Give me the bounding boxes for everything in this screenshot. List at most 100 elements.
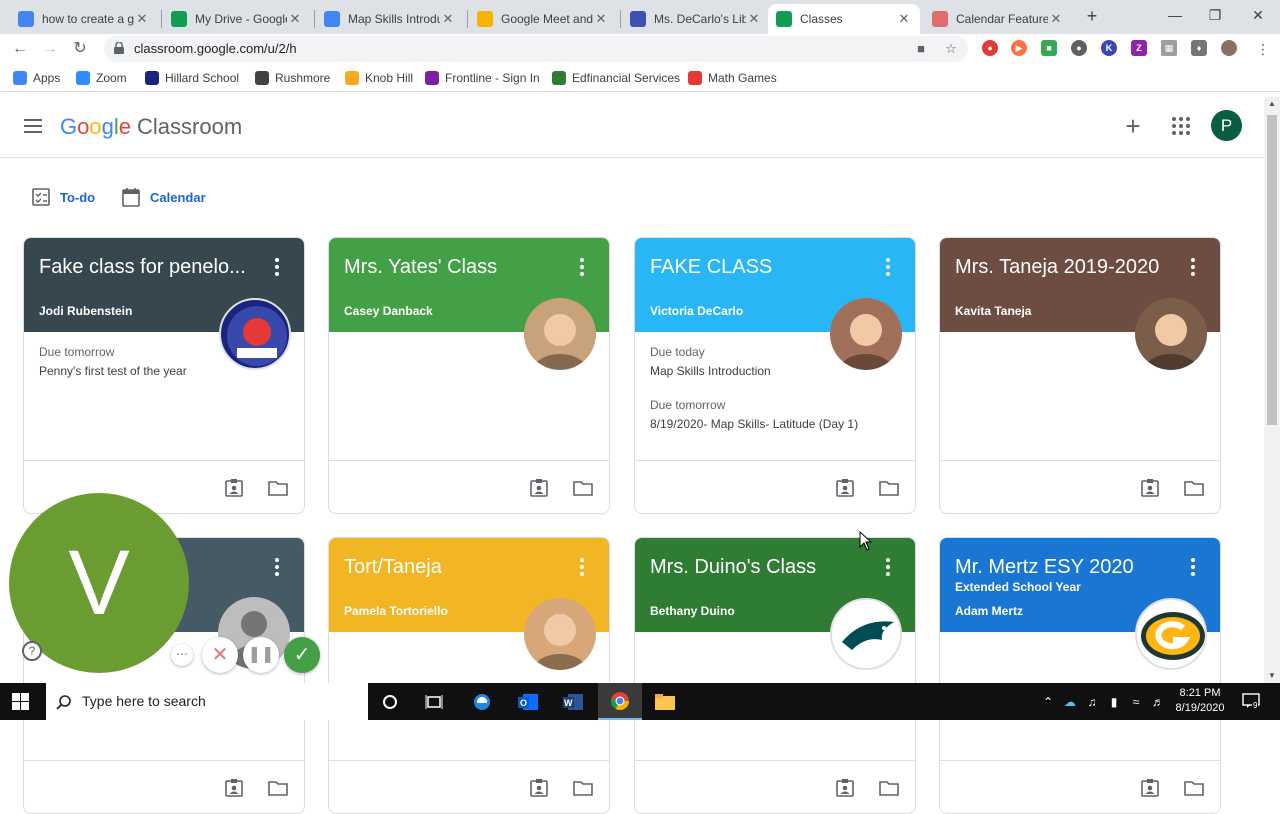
card-more-options-icon[interactable] — [885, 258, 891, 276]
your-work-icon[interactable] — [835, 779, 855, 797]
class-drive-folder-icon[interactable] — [268, 779, 288, 797]
bookmark-item[interactable]: Math Games — [688, 64, 777, 92]
class-drive-folder-icon[interactable] — [879, 779, 899, 797]
class-drive-folder-icon[interactable] — [1184, 779, 1204, 797]
wifi-icon[interactable]: ≈ — [1128, 694, 1144, 710]
extension-z-icon[interactable]: Z — [1131, 40, 1147, 56]
cortana-icon[interactable] — [368, 683, 412, 720]
notification-center-icon[interactable]: 9 — [1242, 693, 1260, 710]
file-explorer-icon[interactable] — [643, 683, 687, 720]
class-drive-folder-icon[interactable] — [268, 479, 288, 497]
extension-green-icon[interactable]: ■ — [1041, 40, 1057, 56]
extensions-puzzle-icon[interactable]: ♦ — [1191, 40, 1207, 56]
google-apps-icon[interactable] — [1171, 116, 1191, 136]
your-work-icon[interactable] — [1140, 479, 1160, 497]
card-more-options-icon[interactable] — [274, 258, 280, 276]
close-window-button[interactable]: ✕ — [1243, 4, 1273, 26]
browser-tab[interactable]: My Drive - Google ✕ — [163, 4, 311, 34]
class-name[interactable]: Tort/Taneja — [344, 554, 574, 580]
bookmark-star-icon[interactable]: ☆ — [942, 40, 960, 58]
assignment-link[interactable]: Penny's first test of the year — [39, 364, 219, 378]
scroll-down-icon[interactable]: ▼ — [1264, 669, 1280, 683]
extension-circle-icon[interactable]: ● — [1071, 40, 1087, 56]
close-tab-icon[interactable]: ✕ — [287, 11, 303, 27]
bookmark-item[interactable]: Edfinancial Services — [552, 64, 680, 92]
tray-chevron-icon[interactable]: ⌃ — [1040, 694, 1056, 710]
class-card[interactable]: Mr. Mertz ESY 2020 Extended School Year Ad… — [939, 537, 1221, 814]
your-work-icon[interactable] — [1140, 779, 1160, 797]
extension-screencastify-icon[interactable]: ● — [982, 40, 998, 56]
card-more-options-icon[interactable] — [1190, 558, 1196, 576]
browser-tab[interactable]: how to create a go ✕ — [10, 4, 158, 34]
profile-avatar-icon[interactable] — [1221, 40, 1237, 56]
class-name[interactable]: Mrs. Taneja 2019-2020 — [955, 254, 1185, 280]
todo-link[interactable]: To-do — [32, 186, 95, 208]
back-icon[interactable]: ← — [9, 38, 31, 60]
card-more-options-icon[interactable] — [274, 558, 280, 576]
bookmark-item[interactable]: Apps — [13, 64, 60, 92]
close-tab-icon[interactable]: ✕ — [896, 11, 912, 27]
card-more-options-icon[interactable] — [1190, 258, 1196, 276]
recorder-cancel-icon[interactable]: ✕ — [202, 637, 238, 673]
camera-icon[interactable]: ■ — [912, 40, 930, 58]
scroll-up-icon[interactable]: ▲ — [1264, 97, 1280, 111]
class-card[interactable]: Tort/Taneja Pamela Tortoriello — [328, 537, 610, 814]
class-drive-folder-icon[interactable] — [879, 479, 899, 497]
your-work-icon[interactable] — [835, 479, 855, 497]
browser-tab[interactable]: Classes ✕ — [768, 4, 920, 34]
class-card[interactable]: Mrs. Yates' Class Casey Danback — [328, 237, 610, 514]
battery-icon[interactable]: ▮ — [1106, 694, 1122, 710]
your-work-icon[interactable] — [224, 779, 244, 797]
browser-tab[interactable]: Ms. DeCarlo's Libr ✕ — [622, 4, 770, 34]
volume-icon[interactable]: ♬ — [1150, 694, 1166, 710]
class-name[interactable]: Mrs. Yates' Class — [344, 254, 574, 280]
google-classroom-logo[interactable]: Google Classroom — [60, 113, 242, 141]
bookmark-item[interactable]: Zoom — [76, 64, 127, 92]
class-card[interactable]: Fake class for penelo... Jodi Rubenstein D… — [23, 237, 305, 514]
your-work-icon[interactable] — [529, 479, 549, 497]
extension-k-icon[interactable]: K — [1101, 40, 1117, 56]
bookmark-item[interactable]: Knob Hill — [345, 64, 413, 92]
address-bar[interactable]: classroom.google.com/u/2/h ■ ☆ — [104, 36, 968, 62]
word-icon[interactable]: W — [551, 683, 595, 720]
scrollbar-thumb[interactable] — [1267, 115, 1277, 425]
card-more-options-icon[interactable] — [579, 258, 585, 276]
edge-browser-icon[interactable] — [460, 683, 504, 720]
class-drive-folder-icon[interactable] — [573, 779, 593, 797]
close-tab-icon[interactable]: ✕ — [746, 11, 762, 27]
onedrive-icon[interactable]: ☁ — [1062, 694, 1078, 710]
class-name[interactable]: Mr. Mertz ESY 2020 — [955, 554, 1185, 580]
maximize-button[interactable]: ❐ — [1200, 4, 1230, 26]
class-name[interactable]: Fake class for penelo... — [39, 254, 269, 280]
task-view-icon[interactable] — [412, 683, 456, 720]
menu-icon[interactable] — [24, 119, 42, 133]
system-clock[interactable]: 8:21 PM 8/19/2020 — [1170, 686, 1230, 716]
windows-start-icon[interactable] — [12, 693, 29, 710]
help-icon[interactable]: ? — [22, 641, 42, 661]
your-work-icon[interactable] — [224, 479, 244, 497]
new-tab-button[interactable]: + — [1082, 6, 1102, 26]
page-scrollbar[interactable]: ▲ ▼ — [1264, 97, 1280, 683]
account-avatar[interactable]: P — [1211, 110, 1242, 141]
bookmark-item[interactable]: Frontline - Sign In — [425, 64, 540, 92]
class-card[interactable]: FAKE CLASS Victoria DeCarlo Due today Map S… — [634, 237, 916, 514]
assignment-link[interactable]: Map Skills Introduction — [650, 364, 830, 378]
assignment-link[interactable]: 8/19/2020- Map Skills- Latitude (Day 1) — [650, 417, 858, 431]
bookmark-item[interactable]: Hillard School — [145, 64, 239, 92]
microphone-icon[interactable]: ♫ — [1084, 694, 1100, 710]
taskbar-search-box[interactable]: Type here to search — [46, 683, 368, 720]
create-join-class-button[interactable]: + — [1120, 113, 1146, 139]
recorder-finish-icon[interactable]: ✓ — [284, 637, 320, 673]
close-tab-icon[interactable]: ✕ — [134, 11, 150, 27]
your-work-icon[interactable] — [529, 779, 549, 797]
calendar-link[interactable]: Calendar — [122, 186, 206, 208]
browser-tab[interactable]: Map Skills Introdu ✕ — [316, 4, 464, 34]
recorder-pause-icon[interactable]: ❚❚ — [243, 637, 279, 673]
browser-tab[interactable]: Calendar Feature f ✕ — [924, 4, 1072, 34]
class-name[interactable]: FAKE CLASS — [650, 254, 880, 280]
class-card[interactable]: Mrs. Duino's Class Bethany Duino — [634, 537, 916, 814]
class-card[interactable]: Mrs. Taneja 2019-2020 Kavita Taneja — [939, 237, 1221, 514]
bookmark-item[interactable]: Rushmore — [255, 64, 330, 92]
reload-icon[interactable]: ↻ — [69, 38, 91, 60]
extension-grid-icon[interactable]: ▦ — [1161, 40, 1177, 56]
